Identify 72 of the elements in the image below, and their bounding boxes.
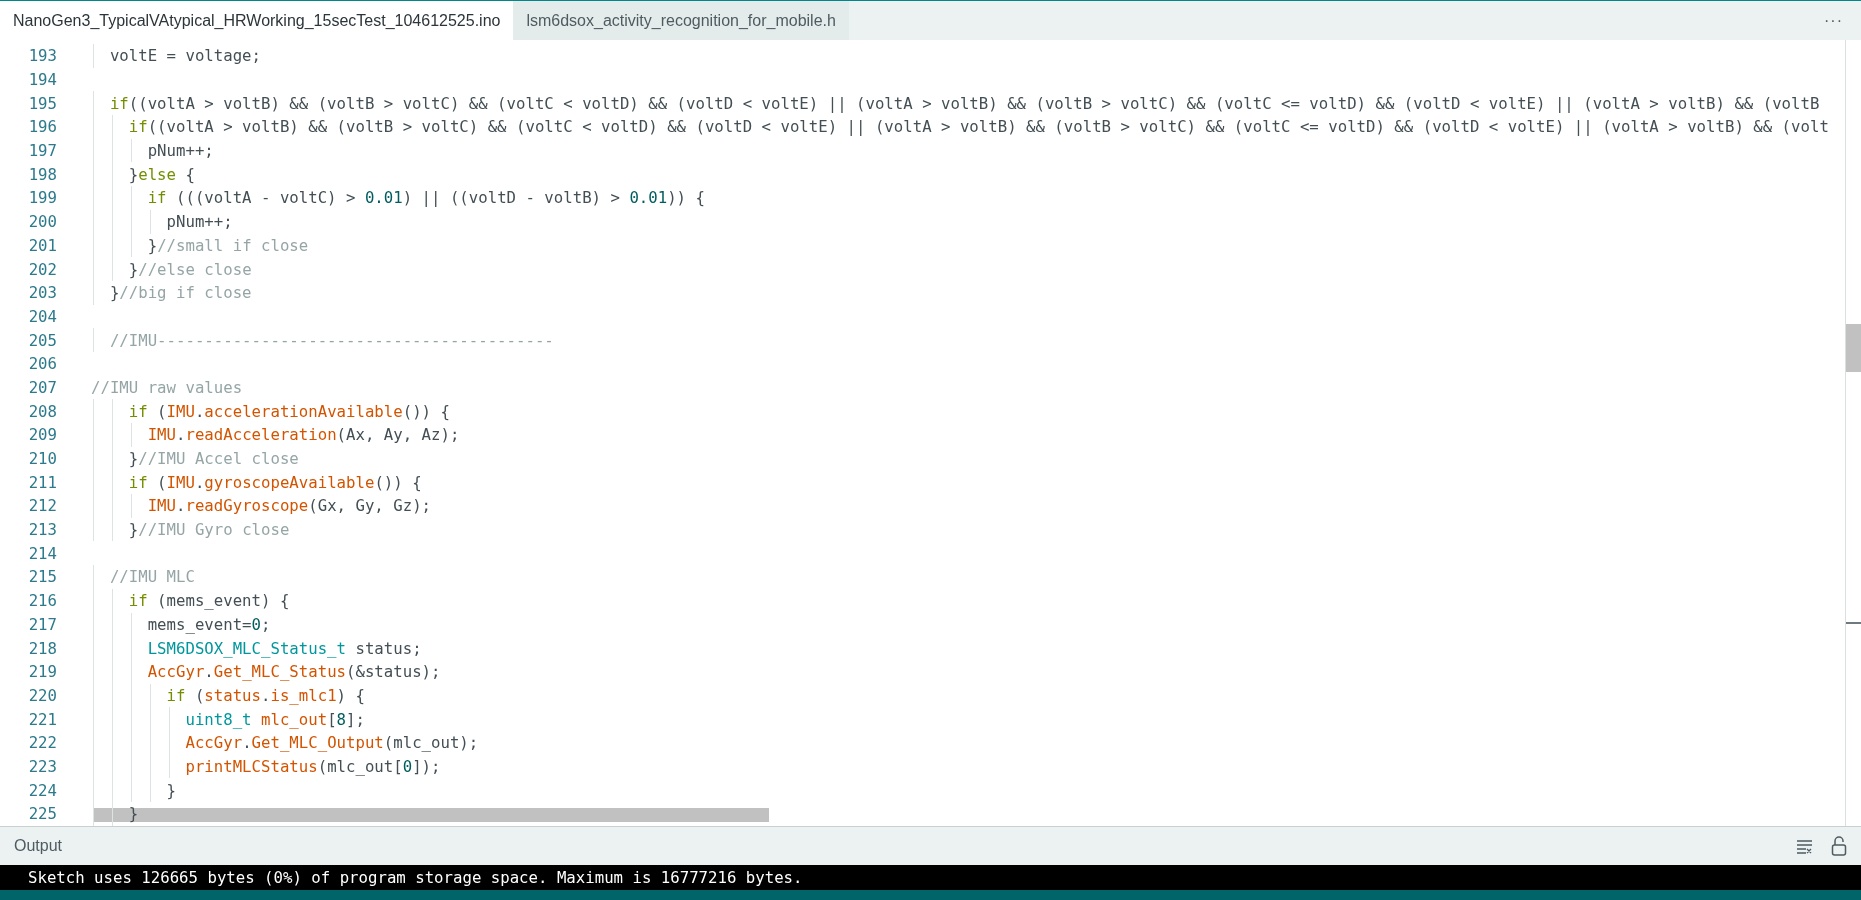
code-line: uint8_t mlc_out[8]; bbox=[184, 709, 365, 729]
code-line: LSM6DSOX_MLC_Status_t status; bbox=[146, 638, 422, 658]
code-line: if((voltA > voltB) && (voltB > voltC) && (voltC < voltD) && (voltD < voltE) || (voltA > voltB) && (voltB > voltC) && (voltC <= voltD) && (voltD < voltE) || (voltA > voltB) && (volt bbox=[127, 117, 1829, 137]
line-number: 197 bbox=[27, 141, 57, 161]
line-number: 222 bbox=[27, 733, 57, 753]
line-number: 223 bbox=[27, 756, 57, 776]
line-number: 225 bbox=[27, 804, 57, 824]
code-line: }//small if close bbox=[146, 235, 309, 255]
line-number: 216 bbox=[27, 591, 57, 611]
line-number: 195 bbox=[27, 93, 57, 113]
code-line: AccGyr.Get_MLC_Output(mlc_out); bbox=[184, 733, 479, 753]
line-number: 219 bbox=[27, 662, 57, 682]
code-line: //IMU MLC bbox=[108, 567, 195, 587]
code-line: IMU.readAcceleration(Ax, Ay, Az); bbox=[146, 425, 460, 445]
output-panel-title: Output bbox=[14, 837, 64, 855]
line-number: 199 bbox=[27, 188, 57, 208]
line-number: 208 bbox=[27, 401, 57, 421]
code-line: //IMU raw values bbox=[91, 377, 243, 397]
line-number: 194 bbox=[27, 70, 57, 90]
line-number: 203 bbox=[27, 283, 57, 303]
code-line: }//else close bbox=[127, 259, 252, 279]
code-line: } bbox=[127, 804, 139, 824]
unlocked-padlock-icon[interactable] bbox=[1831, 836, 1847, 856]
line-number: 220 bbox=[27, 685, 57, 705]
code-line: if (IMU.accelerationAvailable()) { bbox=[127, 401, 450, 421]
code-line: AccGyr.Get_MLC_Status(&status); bbox=[146, 662, 441, 682]
vertical-scrollbar-thumb[interactable] bbox=[1846, 324, 1861, 372]
line-number: 200 bbox=[27, 212, 57, 232]
line-number: 201 bbox=[27, 235, 57, 255]
line-number: 209 bbox=[27, 425, 57, 445]
line-number: 218 bbox=[27, 638, 57, 658]
code-line: pNum++; bbox=[165, 212, 233, 232]
code-line: voltE = voltage; bbox=[108, 46, 261, 66]
code-line: }//IMU Gyro close bbox=[127, 520, 290, 540]
code-line: }else { bbox=[127, 164, 195, 184]
line-number: 213 bbox=[27, 520, 57, 540]
file-tab[interactable]: lsm6dsox_activity_recognition_for_mobile.h bbox=[513, 1, 849, 40]
code-line: if (((voltA - voltC) > 0.01) || ((voltD - voltB) > 0.01)) { bbox=[146, 188, 705, 208]
line-number: 196 bbox=[27, 117, 57, 137]
line-number: 207 bbox=[27, 377, 57, 397]
horizontal-scrollbar-thumb[interactable] bbox=[94, 808, 769, 822]
code-line: mems_event=0; bbox=[146, 614, 271, 634]
line-number: 198 bbox=[27, 164, 57, 184]
line-number: 206 bbox=[27, 354, 57, 374]
line-number: 214 bbox=[27, 543, 57, 563]
code-line: if (mems_event) { bbox=[127, 591, 290, 611]
line-number: 224 bbox=[27, 780, 57, 800]
code-line: if (IMU.gyroscopeAvailable()) { bbox=[127, 472, 422, 492]
code-line: }//IMU Accel close bbox=[127, 449, 299, 469]
code-line: printMLCStatus(mlc_out[0]); bbox=[184, 756, 441, 776]
line-number: 211 bbox=[27, 472, 57, 492]
code-line: if((voltA > voltB) && (voltB > voltC) && (voltC < voltD) && (voltD < voltE) || (voltA > voltB) && (voltB > voltC) && (voltC <= voltD) && (voltD < voltE) || (voltA > voltB) && (voltB bbox=[108, 93, 1820, 113]
line-number: 217 bbox=[27, 614, 57, 634]
console-output-line: Sketch uses 126665 bytes (0%) of program storage space. Maximum is 16777216 bytes. bbox=[28, 868, 803, 887]
clear-output-icon[interactable] bbox=[1796, 838, 1814, 854]
code-line: IMU.readGyroscope(Gx, Gy, Gz); bbox=[146, 496, 432, 516]
line-number: 205 bbox=[27, 330, 57, 350]
line-number: 193 bbox=[27, 46, 57, 66]
code-line: pNum++; bbox=[146, 141, 214, 161]
code-line: } bbox=[165, 780, 176, 800]
line-number: 210 bbox=[27, 449, 57, 469]
more-options-button[interactable]: ··· bbox=[1806, 1, 1861, 40]
line-number: 204 bbox=[27, 306, 57, 326]
overview-ruler-mark bbox=[1846, 622, 1861, 624]
file-tab[interactable]: NanoGen3_TypicalVAtypical_HRWorking_15secTest_104612525.ino bbox=[0, 1, 514, 40]
code-line: }//big if close bbox=[108, 283, 252, 303]
code-line: if (status.is_mlc1) { bbox=[165, 685, 365, 705]
line-number: 202 bbox=[27, 259, 57, 279]
code-line: //IMU------------------------------------------ bbox=[108, 330, 554, 350]
line-number: 221 bbox=[27, 709, 57, 729]
line-number: 212 bbox=[27, 496, 57, 516]
line-number: 215 bbox=[27, 567, 57, 587]
